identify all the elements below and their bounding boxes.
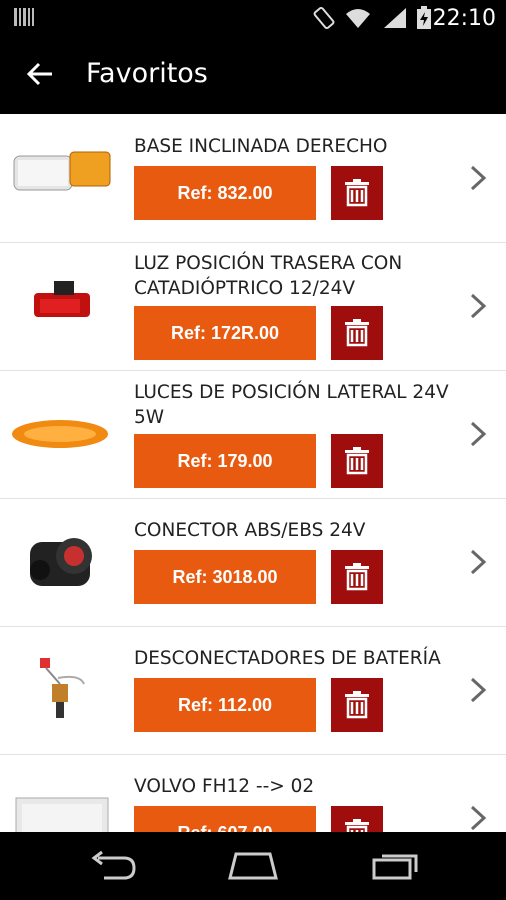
trash-icon [345,819,369,832]
page-title: Favoritos [86,58,208,89]
app-bar: Favoritos [0,36,506,114]
ref-button[interactable]: Ref: 172R.00 [134,306,316,360]
product-name: VOLVO FH12 --> 02 [134,776,315,797]
barcode-icon [14,8,34,26]
wifi-icon [346,9,370,28]
product-image [13,151,111,191]
product-name: DESCONECTADORES DE BATERÍA [134,648,441,669]
trash-icon [345,319,369,347]
delete-button[interactable] [331,550,383,604]
chevron-right-icon[interactable] [466,163,490,193]
product-image [15,797,109,832]
product-name: LUCES DE POSICIÓN LATERAL 24V 5W [134,382,449,428]
signal-icon [384,8,406,28]
trash-icon [345,563,369,591]
delete-button[interactable] [331,166,383,220]
favorite-item[interactable]: CONECTOR ABS/EBS 24V Ref: 3018.00 [0,498,506,627]
chevron-right-icon[interactable] [466,803,490,832]
back-nav-icon[interactable] [88,848,138,882]
chevron-right-icon[interactable] [466,291,490,321]
ref-button[interactable]: Ref: 832.00 [134,166,316,220]
delete-button[interactable] [331,306,383,360]
product-image [30,538,92,586]
product-image [12,420,108,448]
favorite-item[interactable]: BASE INCLINADA DERECHO Ref: 832.00 [0,114,506,243]
chevron-right-icon[interactable] [466,547,490,577]
back-arrow-icon[interactable] [24,58,56,90]
delete-button[interactable] [331,678,383,732]
home-nav-icon[interactable] [226,848,280,882]
trash-icon [345,447,369,475]
delete-button[interactable] [331,806,383,832]
trash-icon [345,691,369,719]
ref-button[interactable]: Ref: 112.00 [134,678,316,732]
favorite-item[interactable]: DESCONECTADORES DE BATERÍA Ref: 112.00 [0,626,506,755]
product-name: LUZ POSICIÓN TRASERA CON CATADIÓPTRICO 1… [134,253,403,299]
product-name: CONECTOR ABS/EBS 24V [134,520,366,541]
ref-button[interactable]: Ref: 179.00 [134,434,316,488]
favorite-item[interactable]: LUZ POSICIÓN TRASERA CON CATADIÓPTRICO 1… [0,242,506,371]
ref-button[interactable]: Ref: 607.00 [134,806,316,832]
trash-icon [345,179,369,207]
product-name: BASE INCLINADA DERECHO [134,136,388,157]
favorites-list[interactable]: BASE INCLINADA DERECHO Ref: 832.00 LUZ P… [0,114,506,832]
product-image [40,658,85,718]
recents-nav-icon[interactable] [370,848,422,882]
navigation-bar [0,832,506,900]
favorite-item[interactable]: LUCES DE POSICIÓN LATERAL 24V 5W Ref: 17… [0,370,506,499]
product-image [34,281,90,317]
status-bar: 22:10 [0,0,506,36]
ref-button[interactable]: Ref: 3018.00 [134,550,316,604]
screen-rotation-icon [313,6,335,30]
delete-button[interactable] [331,434,383,488]
chevron-right-icon[interactable] [466,419,490,449]
battery-charging-icon [417,6,431,29]
favorite-item[interactable]: VOLVO FH12 --> 02 Ref: 607.00 [0,754,506,832]
status-time: 22:10 [432,6,496,31]
chevron-right-icon[interactable] [466,675,490,705]
